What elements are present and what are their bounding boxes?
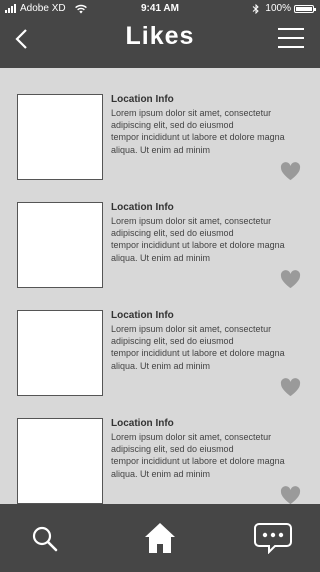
description-line: aliqua. Ut enim ad minim <box>111 468 211 479</box>
description-line: aliqua. Ut enim ad minim <box>111 360 211 371</box>
description-line: tempor incididunt ut labore et dolore ma… <box>111 240 285 251</box>
description-line: Lorem ipsum dolor sit amet, consectetur <box>111 108 272 118</box>
description-line: tempor incididunt ut labore et dolore ma… <box>111 456 285 467</box>
location-title: Location Info <box>111 94 174 105</box>
app-header: Likes <box>0 18 320 68</box>
heart-icon[interactable] <box>280 162 301 181</box>
bluetooth-icon <box>253 3 260 14</box>
page-title: Likes <box>125 22 195 50</box>
location-thumbnail[interactable] <box>17 418 103 504</box>
location-title: Location Info <box>111 202 174 213</box>
location-title: Location Info <box>111 418 174 429</box>
location-description: Lorem ipsum dolor sit amet, consectetur a… <box>111 107 307 156</box>
description-line: Lorem ipsum dolor sit amet, consectetur <box>111 432 272 442</box>
battery-fill <box>296 6 312 11</box>
description-line: Lorem ipsum dolor sit amet, consectetur <box>111 216 272 226</box>
list-item[interactable]: Location Info Lorem ipsum dolor sit amet,… <box>0 94 320 194</box>
location-description: Lorem ipsum dolor sit amet, consectetur a… <box>111 215 307 264</box>
heart-icon[interactable] <box>280 486 301 504</box>
description-line: tempor incididunt ut labore et dolore ma… <box>111 132 285 143</box>
likes-list[interactable]: Location Info Lorem ipsum dolor sit amet,… <box>0 68 320 504</box>
home-tab[interactable] <box>120 504 200 572</box>
heart-icon[interactable] <box>280 270 301 289</box>
search-tab[interactable] <box>2 504 82 572</box>
list-item[interactable]: Location Info Lorem ipsum dolor sit amet,… <box>0 418 320 504</box>
location-title: Location Info <box>111 310 174 321</box>
location-thumbnail[interactable] <box>17 202 103 288</box>
description-line: adipiscing elit, sed do eiusmod <box>111 228 234 239</box>
bottom-tab-bar <box>0 504 320 572</box>
chat-icon <box>254 523 292 554</box>
search-icon <box>32 526 58 552</box>
status-bar: Adobe XD 9:41 AM 100% <box>0 0 320 18</box>
battery-percent: 100% <box>265 3 291 14</box>
location-thumbnail[interactable] <box>17 94 103 180</box>
hamburger-menu-icon[interactable] <box>278 28 304 48</box>
home-icon <box>145 523 175 553</box>
description-line: aliqua. Ut enim ad minim <box>111 252 211 263</box>
chat-tab[interactable] <box>236 504 316 572</box>
location-thumbnail[interactable] <box>17 310 103 396</box>
battery-icon <box>294 4 316 13</box>
description-line: adipiscing elit, sed do eiusmod <box>111 120 234 131</box>
description-line: adipiscing elit, sed do eiusmod <box>111 444 234 455</box>
heart-icon[interactable] <box>280 378 301 397</box>
location-description: Lorem ipsum dolor sit amet, consectetur a… <box>111 431 307 480</box>
description-line: aliqua. Ut enim ad minim <box>111 144 211 155</box>
location-description: Lorem ipsum dolor sit amet, consectetur a… <box>111 323 307 372</box>
list-item[interactable]: Location Info Lorem ipsum dolor sit amet,… <box>0 202 320 302</box>
description-line: tempor incididunt ut labore et dolore ma… <box>111 348 285 359</box>
description-line: Lorem ipsum dolor sit amet, consectetur <box>111 324 272 334</box>
description-line: adipiscing elit, sed do eiusmod <box>111 336 234 347</box>
status-right: 100% <box>252 3 316 14</box>
list-item[interactable]: Location Info Lorem ipsum dolor sit amet,… <box>0 310 320 410</box>
